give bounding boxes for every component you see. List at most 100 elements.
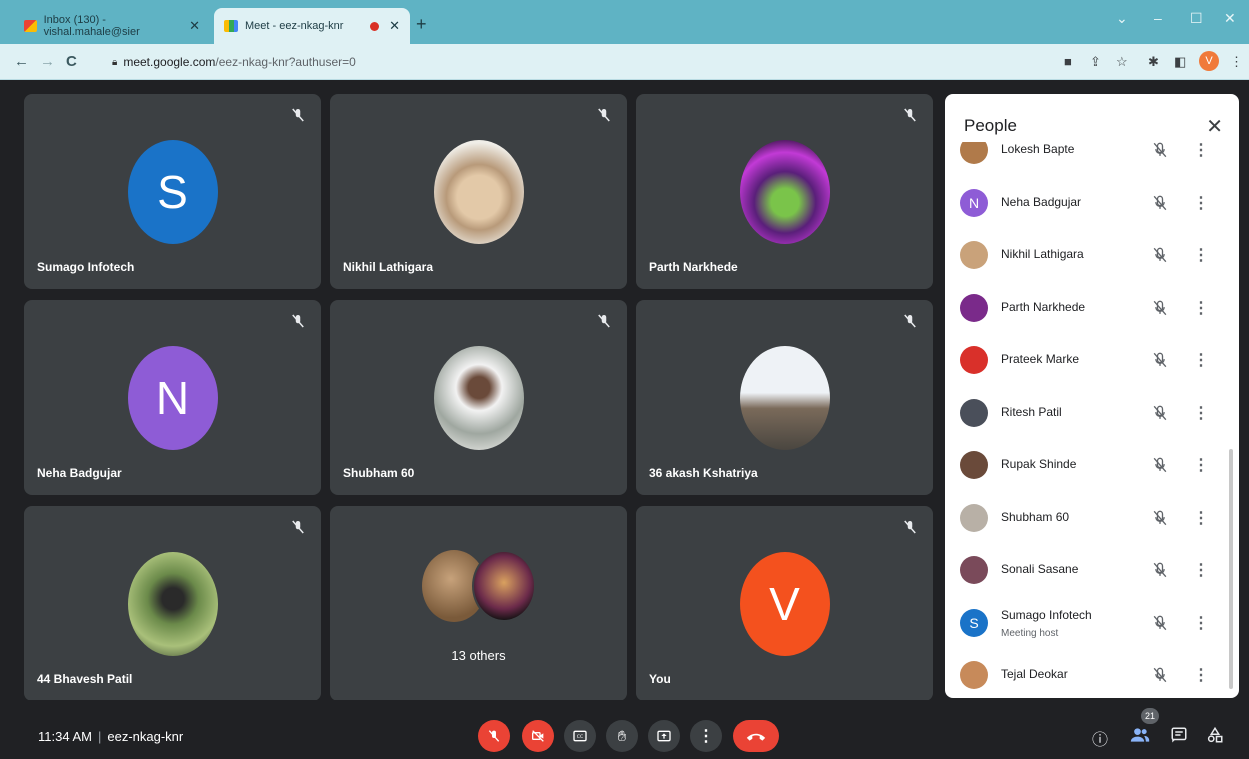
menu-icon[interactable]: ⋮ [1230,54,1243,70]
more-vert-icon[interactable]: ⋮ [1193,298,1209,318]
participant-tile[interactable]: Nikhil Lathigara [330,94,627,289]
participant-tile[interactable]: 44 Bhavesh Patil [24,506,321,701]
avatar [960,293,988,322]
participant-tile[interactable]: Shubham 60 [330,300,627,495]
participant-name: Parth Narkhede [649,260,738,274]
participant-row[interactable]: Parth Narkhede ⋮ [945,282,1239,334]
participant-name: You [649,672,671,686]
activities-icon[interactable] [1206,726,1224,749]
mic-off-icon [1153,352,1167,368]
participant-name: Rupak Shinde [1001,457,1077,471]
participant-row[interactable]: Nikhil Lathigara ⋮ [945,229,1239,281]
more-vert-icon[interactable]: ⋮ [1193,350,1209,370]
camera-toggle-button[interactable] [522,720,554,752]
more-vert-icon[interactable]: ⋮ [1193,560,1209,580]
mic-off-icon [1153,510,1167,525]
reload-icon[interactable]: C [66,53,77,70]
raise-hand-button[interactable]: ✋︎ [606,720,638,752]
participant-tile[interactable]: 36 akash Kshatriya [636,300,933,495]
info-icon[interactable]: ⓘ [1092,726,1108,750]
forward-icon[interactable]: → [40,53,55,70]
more-vert-icon[interactable]: ⋮ [1193,613,1209,633]
participant-name: Nikhil Lathigara [343,260,434,274]
participant-role: Meeting host [1001,627,1059,639]
participant-row[interactable]: Tejal Deokar ⋮ [945,649,1239,698]
chat-icon[interactable] [1170,726,1188,749]
tab-search-icon[interactable]: ⌄ [1116,10,1128,27]
participant-name: Sumago Infotech [1001,607,1092,622]
participant-list: Lokesh Bapte ⋮ N Neha Badgujar ⋮ Nikhil Lathi… [945,142,1239,698]
extensions-icon[interactable]: ✱ [1148,54,1159,70]
star-icon[interactable]: ☆ [1116,54,1128,70]
back-icon[interactable]: ← [14,53,29,70]
avatar [472,550,536,622]
avatar [960,142,988,164]
participant-name: Neha Badgujar [37,466,122,480]
url-host: meet.google.com [123,55,216,69]
more-vert-icon[interactable]: ⋮ [1193,142,1209,160]
browser-tab-strip: Inbox (130) - vishal.mahale@sier ✕ Meet … [0,0,1249,44]
participant-tile[interactable]: Parth Narkhede [636,94,933,289]
captions-button[interactable]: CC [564,720,596,752]
participant-tile[interactable]: N Neha Badgujar [24,300,321,495]
new-tab-button[interactable]: + [416,14,427,35]
close-window-icon[interactable]: ✕ [1224,10,1236,27]
close-tab-icon[interactable]: ✕ [389,18,400,34]
close-tab-icon[interactable]: ✕ [189,18,200,34]
participant-row[interactable]: Shubham 60 ⋮ [945,492,1239,544]
participant-row[interactable]: Sonali Sasane ⋮ [945,544,1239,596]
more-vert-icon[interactable]: ⋮ [1193,403,1209,423]
participant-row[interactable]: N Neha Badgujar ⋮ [945,177,1239,229]
people-icon[interactable] [1130,726,1150,749]
scrollbar[interactable] [1229,449,1233,689]
others-tile[interactable]: 13 others [330,506,627,701]
sidepanel-icon[interactable]: ◧ [1174,54,1186,70]
tab-inbox[interactable]: Inbox (130) - vishal.mahale@sier ✕ [14,8,210,44]
captions-icon: CC [573,730,587,742]
participant-name: 44 Bhavesh Patil [37,672,133,686]
hand-icon: ✋︎ [617,727,627,745]
mic-off-icon [1153,667,1167,683]
meeting-time: 11:34 AM [38,729,92,744]
present-button[interactable] [648,720,680,752]
participant-name: Shubham 60 [1001,509,1070,524]
more-vert-icon[interactable]: ⋮ [1193,455,1209,475]
mic-off-icon [1153,562,1167,578]
avatar [433,140,524,244]
more-vert-icon[interactable]: ⋮ [1193,508,1209,528]
close-icon[interactable]: ✕ [1206,114,1223,139]
mic-off-icon [292,520,304,534]
self-tile[interactable]: V You [636,506,933,701]
tab-meet[interactable]: Meet - eez-nkag-knr ✕ [214,8,410,44]
mic-off-icon [488,730,500,742]
avatar [960,346,988,374]
participant-row[interactable]: Ritesh Patil ⋮ [945,387,1239,439]
participant-row[interactable]: Prateek Marke ⋮ [945,334,1239,386]
maximize-icon[interactable]: ☐ [1190,10,1203,27]
end-call-button[interactable] [733,720,779,752]
mic-off-icon [1153,195,1167,210]
participant-tile[interactable]: S Sumago Infotech [24,94,321,289]
share-icon[interactable]: ⇪ [1090,54,1101,70]
minimize-icon[interactable]: – [1154,10,1162,26]
url-path: /eez-nkag-knr?authuser=0 [215,55,356,69]
participant-name: Parth Narkhede [1001,299,1086,314]
participant-row[interactable]: Rupak Shinde ⋮ [945,439,1239,491]
camera-icon[interactable]: ■ [1064,54,1072,69]
more-options-button[interactable]: ⋮ [690,720,722,752]
more-vert-icon[interactable]: ⋮ [1193,193,1209,213]
participant-row[interactable]: S Sumago Infotech Meeting host ⋮ [945,597,1239,649]
mic-toggle-button[interactable] [478,720,510,752]
participant-name: Prateek Marke [1001,352,1080,366]
mic-off-icon [1153,300,1167,315]
gmail-icon [24,20,37,32]
address-bar[interactable]: 🔒︎ meet.google.com/eez-nkag-knr?authuser… [100,49,1138,75]
participant-row[interactable]: Lokesh Bapte ⋮ [945,142,1239,176]
participant-name: Sumago Infotech [37,260,135,274]
profile-avatar[interactable]: V [1199,51,1219,71]
mic-off-icon [598,108,610,122]
more-vert-icon[interactable]: ⋮ [1193,245,1209,265]
more-vert-icon[interactable]: ⋮ [1193,665,1209,685]
avatar [433,346,524,450]
mic-off-icon [1153,247,1167,263]
